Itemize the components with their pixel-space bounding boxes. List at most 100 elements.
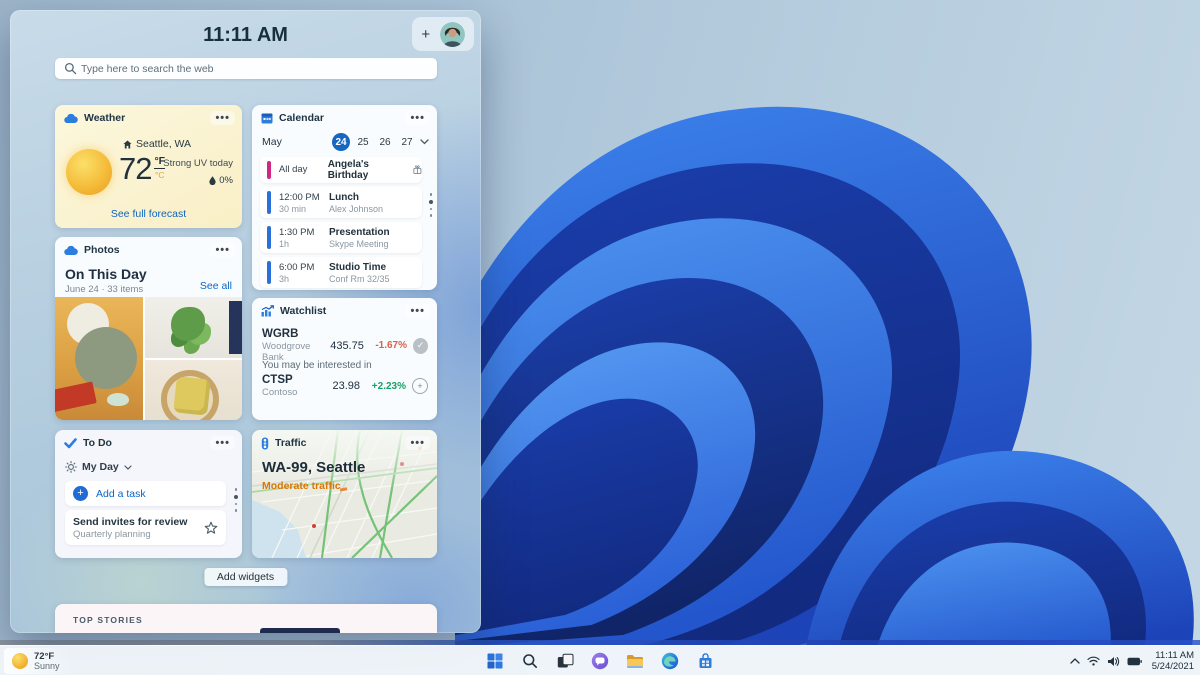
calendar-menu-button[interactable]: ••• (405, 111, 430, 125)
photos-widget[interactable]: Photos ••• On This Day June 24 · 33 item… (55, 237, 242, 420)
chevron-down-icon (124, 464, 132, 470)
calendar-event-studio-time[interactable]: 6:00 PM 3h Studio Time Conf Rm 32/35 (260, 257, 422, 288)
event-time: All day (278, 164, 308, 175)
weather-location: Seattle, WA (123, 138, 191, 150)
task-title: Send invites for review (73, 515, 188, 528)
add-task-button[interactable]: + Add a task (65, 481, 226, 506)
watchlist-suggestion-label: You may be interested in (262, 360, 372, 371)
traffic-status: Moderate traffic (262, 480, 341, 492)
weather-precipitation: 0% (209, 175, 233, 186)
todo-menu-button[interactable]: ••• (210, 436, 235, 450)
photos-heading: On This Day (65, 266, 147, 282)
file-explorer-button[interactable] (622, 648, 648, 674)
sun-icon (66, 149, 112, 195)
tray-overflow-chevron[interactable] (1070, 658, 1080, 664)
event-duration: 3h (279, 273, 290, 284)
taskbar-clock[interactable]: 11:11 AM 5/24/2021 (1152, 650, 1194, 673)
gift-icon (413, 165, 422, 174)
star-icon[interactable] (204, 521, 218, 535)
task-view-button[interactable] (552, 648, 578, 674)
top-stories-section[interactable]: TOP STORIES (55, 604, 437, 633)
see-full-forecast-link[interactable]: See full forecast (55, 208, 242, 220)
weather-widget[interactable]: Weather ••• Seattle, WA 72 °F °C Strong … (55, 105, 242, 228)
event-color-bar (267, 161, 271, 179)
chevron-down-icon[interactable] (420, 139, 429, 145)
watchlist-add-icon[interactable]: + (412, 378, 428, 394)
calendar-date-24[interactable]: 24 (332, 133, 350, 151)
weather-menu-button[interactable]: ••• (210, 111, 235, 125)
calendar-date-25[interactable]: 25 (354, 133, 372, 151)
event-time: 6:00 PM (279, 261, 315, 273)
temperature-value: 72 (119, 151, 152, 186)
calendar-month: May (262, 136, 282, 148)
photo-thumbnail-plant[interactable] (145, 297, 242, 358)
event-color-bar (267, 191, 271, 214)
task-view-icon (557, 653, 573, 668)
event-title: Studio Time (329, 261, 387, 273)
folder-icon (627, 654, 643, 668)
search-icon (523, 654, 537, 668)
chat-button[interactable] (587, 648, 613, 674)
my-day-label: My Day (82, 461, 119, 473)
calendar-page-indicator (429, 193, 433, 217)
event-subtitle: Alex Johnson (329, 203, 384, 214)
calendar-date-27[interactable]: 27 (398, 133, 416, 151)
cloud-icon (64, 113, 78, 123)
panel-clock: 11:11 AM (203, 24, 288, 46)
battery-indicator[interactable] (1127, 657, 1142, 666)
watchlist-title: Watchlist (280, 305, 327, 317)
calendar-icon (261, 113, 273, 124)
stock-symbol: WGRB (262, 328, 299, 340)
stock-row-wgrb[interactable]: WGRB Woodgrove Bank 435.75 -1.67% ✓ (252, 328, 437, 363)
volume-indicator[interactable] (1107, 656, 1120, 667)
event-duration: 30 min (279, 203, 307, 214)
windows-logo-icon (487, 653, 503, 669)
taskbar-weather-widget[interactable]: 72°F Sunny (4, 648, 72, 674)
task-item[interactable]: Send invites for review Quarterly plannin… (65, 510, 226, 545)
watchlist-added-check-icon[interactable]: ✓ (413, 337, 428, 354)
edge-icon (661, 652, 679, 670)
photos-menu-button[interactable]: ••• (210, 243, 235, 257)
calendar-event-presentation[interactable]: 1:30 PM 1h Presentation Skype Meeting (260, 222, 422, 253)
stock-row-ctsp[interactable]: CTSP Contoso 23.98 +2.23% + (252, 374, 437, 398)
traffic-menu-button[interactable]: ••• (405, 436, 430, 450)
todo-widget[interactable]: To Do ••• My Day + Add a task Send invit… (55, 430, 242, 558)
watchlist-menu-button[interactable]: ••• (405, 304, 430, 318)
calendar-event-lunch[interactable]: 12:00 PM 30 min Lunch Alex Johnson (260, 187, 422, 218)
todo-title: To Do (83, 437, 112, 449)
taskbar-search-button[interactable] (517, 648, 543, 674)
photo-thumbnail-chair[interactable] (145, 359, 242, 420)
user-avatar[interactable] (439, 21, 465, 47)
search-input[interactable] (55, 58, 437, 79)
edge-browser-button[interactable] (657, 648, 683, 674)
stock-price: 23.98 (332, 380, 360, 392)
my-day-selector[interactable]: My Day (65, 461, 132, 473)
panel-header-actions: + (412, 17, 474, 51)
watchlist-widget[interactable]: Watchlist ••• WGRB Woodgrove Bank 435.75 … (252, 298, 437, 420)
system-tray: 11:11 AM 5/24/2021 (1070, 646, 1194, 675)
stock-symbol: CTSP (262, 374, 293, 386)
start-button[interactable] (482, 648, 508, 674)
calendar-widget[interactable]: Calendar ••• May 24 25 26 27 All day Ang… (252, 105, 437, 290)
event-subtitle: Skype Meeting (329, 238, 389, 249)
traffic-widget[interactable]: Traffic ••• WA-99, Seattle Moderate traf… (252, 430, 437, 558)
weather-condition: Strong UV today (163, 158, 233, 169)
add-widget-button[interactable]: + (421, 27, 430, 42)
sun-icon (65, 461, 77, 473)
wifi-indicator[interactable] (1087, 656, 1100, 666)
celsius-toggle[interactable]: °C (155, 170, 165, 180)
microsoft-store-button[interactable] (692, 648, 718, 674)
event-title: Angela's Birthday (328, 159, 422, 181)
top-stories-label: TOP STORIES (73, 615, 143, 625)
photo-thumbnail-still-life[interactable] (55, 297, 143, 420)
stock-change: +2.23% (371, 380, 406, 392)
add-widgets-button[interactable]: Add widgets (203, 568, 288, 586)
see-all-link[interactable]: See all (200, 280, 232, 292)
chevron-up-icon (1070, 658, 1080, 664)
calendar-event-list: All day Angela's Birthday 12:00 PM 30 min… (260, 157, 422, 288)
calendar-date-26[interactable]: 26 (376, 133, 394, 151)
stock-price: 435.75 (330, 339, 364, 352)
watchlist-widget-header: Watchlist ••• (252, 298, 437, 324)
calendar-event-birthday[interactable]: All day Angela's Birthday (260, 157, 422, 183)
traffic-widget-header: Traffic ••• (252, 430, 437, 456)
